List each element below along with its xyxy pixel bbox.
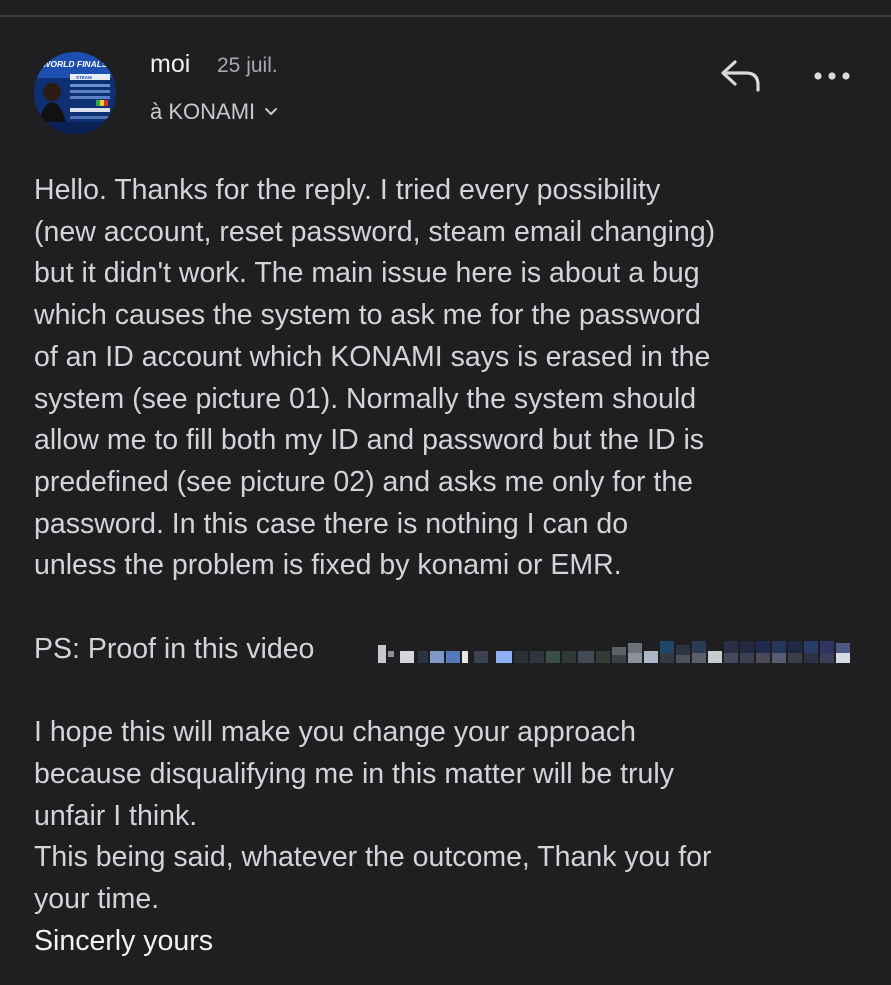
recipient-toggle[interactable]: à KONAMI xyxy=(150,99,278,125)
ps-text: PS: Proof in this video xyxy=(34,632,315,665)
avatar[interactable]: WORLD FINALS STEAM xyxy=(34,52,116,134)
chevron-down-icon xyxy=(264,107,278,117)
message-line: allow me to fill both my ID and password… xyxy=(34,424,705,457)
avatar-banner-text: WORLD FINALS xyxy=(42,59,107,69)
recipient-label: à KONAMI xyxy=(150,99,256,124)
message-line: but it didn't work. The main issue here … xyxy=(34,257,700,290)
avatar-badge-text: STEAM xyxy=(76,75,92,80)
message-body: Hello. Thanks for the reply. I tried eve… xyxy=(34,170,874,962)
message-line: password. In this case there is nothing … xyxy=(34,507,629,540)
sender-name: moi xyxy=(150,50,191,78)
pixelated-video-link[interactable] xyxy=(378,640,854,663)
message-line: your time. xyxy=(34,882,160,915)
reply-arrow-icon[interactable] xyxy=(718,56,764,96)
message-date: 25 juil. xyxy=(217,54,278,77)
ps-line: PS: Proof in this video xyxy=(34,629,874,671)
signoff: Sincerly yours xyxy=(34,924,213,957)
avatar-image: WORLD FINALS STEAM xyxy=(34,52,116,134)
message-line: unless the problem is fixed by konami or… xyxy=(34,549,622,582)
message-line: of an ID account which KONAMI says is er… xyxy=(34,340,711,373)
message-line: unfair I think. xyxy=(34,799,198,832)
message-line: I hope this will make you change your ap… xyxy=(34,716,637,749)
message-line: (new account, reset password, steam emai… xyxy=(34,215,716,248)
message-line: which causes the system to ask me for th… xyxy=(34,299,701,332)
message-line: system (see picture 01). Normally the sy… xyxy=(34,382,697,415)
top-divider xyxy=(0,15,891,17)
more-dots-icon[interactable] xyxy=(812,66,854,86)
message-line: because disqualifying me in this matter … xyxy=(34,757,674,790)
message-line: predefined (see picture 02) and asks me … xyxy=(34,465,694,498)
message-line: This being said, whatever the outcome, T… xyxy=(34,841,712,874)
message-line: Hello. Thanks for the reply. I tried eve… xyxy=(34,174,661,206)
